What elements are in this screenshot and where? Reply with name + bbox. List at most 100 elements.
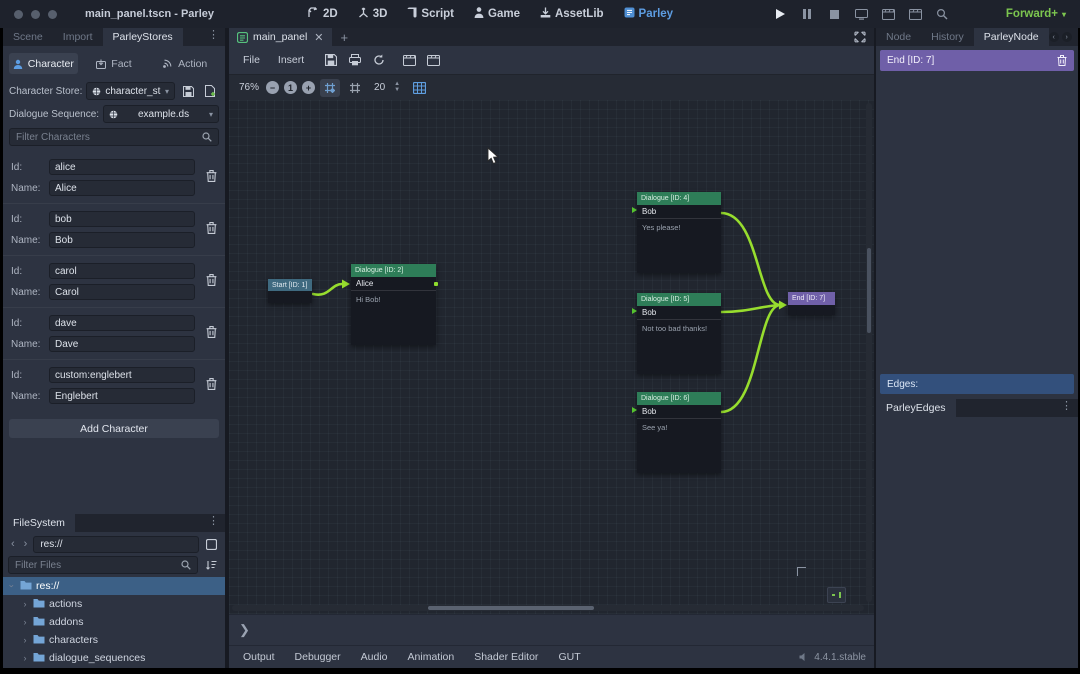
graph-minimap[interactable]: [827, 587, 846, 603]
node-header[interactable]: Dialogue [ID: 6]: [637, 392, 721, 405]
input-port[interactable]: [632, 308, 637, 314]
expand-arrow-icon[interactable]: ❯: [229, 622, 250, 638]
tab-filesystem[interactable]: FileSystem: [3, 514, 75, 532]
character-name-input[interactable]: [49, 336, 195, 352]
character-name-input[interactable]: [49, 232, 195, 248]
tab-action[interactable]: Action: [150, 53, 219, 74]
sort-icon[interactable]: [202, 556, 220, 574]
context-button-script[interactable]: Script: [399, 3, 462, 25]
output-port[interactable]: [434, 282, 438, 286]
tab-parleyedges[interactable]: ParleyEdges: [876, 399, 956, 417]
tab-character[interactable]: Character: [9, 53, 78, 74]
delete-character-icon[interactable]: [206, 325, 217, 343]
minimap-toggle-icon[interactable]: [409, 79, 429, 97]
save-store-icon[interactable]: [179, 82, 197, 100]
tab-scene[interactable]: Scene: [3, 28, 53, 46]
edges-list-header[interactable]: Edges:: [880, 374, 1074, 394]
delete-character-icon[interactable]: [206, 377, 217, 395]
dialogue-graph-canvas[interactable]: Start [ID: 1] Dialogue [ID: 2]AliceHi Bob…: [229, 100, 874, 614]
graph-node-dialogue-2[interactable]: Dialogue [ID: 2]AliceHi Bob!: [351, 264, 436, 345]
grid-size-spinner[interactable]: ▲▼: [394, 82, 400, 93]
context-button-game[interactable]: Game: [466, 3, 528, 25]
node-header[interactable]: Dialogue [ID: 5]: [637, 293, 721, 306]
play-custom-scene-icon[interactable]: [907, 6, 923, 22]
node-header[interactable]: End [ID: 7]: [788, 292, 835, 305]
context-button-parley[interactable]: Parley: [616, 3, 682, 25]
zoom-reset-button[interactable]: 1: [284, 81, 297, 94]
file-menu[interactable]: File: [235, 51, 268, 69]
tree-item-addons[interactable]: ›addons: [3, 613, 225, 631]
next-tab-icon[interactable]: ›: [1062, 32, 1072, 42]
chevron-icon[interactable]: ›: [21, 635, 29, 645]
tab-fact[interactable]: Fact: [80, 53, 149, 74]
node-header[interactable]: Dialogue [ID: 4]: [637, 192, 721, 205]
zoom-in-button[interactable]: +: [302, 81, 315, 94]
node-header[interactable]: Start [ID: 1]: [268, 279, 312, 291]
character-name-input[interactable]: [49, 284, 195, 300]
graph-node-end[interactable]: End [ID: 7]: [788, 292, 835, 315]
character-name-input[interactable]: [49, 388, 195, 404]
movie-maker-icon[interactable]: [934, 6, 950, 22]
tree-item-dialogue-sequences[interactable]: ›dialogue_sequences: [3, 649, 225, 667]
split-view-icon[interactable]: [202, 535, 220, 553]
play-button[interactable]: [772, 6, 788, 22]
graph-node-dialogue-4[interactable]: Dialogue [ID: 4]BobYes please!: [637, 192, 721, 273]
insert-menu[interactable]: Insert: [270, 51, 312, 69]
character-id-input[interactable]: [49, 367, 195, 383]
vertical-scrollbar[interactable]: [866, 103, 872, 602]
input-port[interactable]: [632, 407, 637, 413]
test-dialogue-icon[interactable]: [398, 50, 420, 70]
character-name-input[interactable]: [49, 180, 195, 196]
history-forward-icon[interactable]: ›: [21, 538, 31, 550]
remote-window-icon[interactable]: [853, 6, 869, 22]
chevron-icon[interactable]: ›: [21, 599, 29, 609]
context-button-3d[interactable]: 3D: [350, 3, 396, 25]
dock-menu-icon[interactable]: ⋮: [202, 28, 225, 46]
dock-menu-icon[interactable]: ⋮: [202, 514, 225, 532]
tree-item-actions[interactable]: ›actions: [3, 595, 225, 613]
tab-import[interactable]: Import: [53, 28, 103, 46]
test-from-node-icon[interactable]: [422, 50, 444, 70]
renderer-selector[interactable]: Forward+ ▾: [1006, 0, 1066, 28]
selected-node-header[interactable]: End [ID: 7]: [880, 50, 1074, 71]
graph-node-start[interactable]: Start [ID: 1]: [268, 279, 312, 303]
node-header[interactable]: Dialogue [ID: 2]: [351, 264, 436, 277]
path-field[interactable]: res://: [33, 536, 199, 553]
play-scene-icon[interactable]: [880, 6, 896, 22]
add-character-button[interactable]: Add Character: [9, 419, 219, 438]
tab-parleynode[interactable]: ParleyNode: [974, 28, 1049, 46]
dock-menu-icon[interactable]: ⋮: [1055, 399, 1078, 417]
delete-character-icon[interactable]: [206, 169, 217, 187]
audio-mute-icon[interactable]: [799, 652, 809, 662]
context-button-assetlib[interactable]: AssetLib: [532, 3, 612, 25]
dialogue-sequence-dropdown[interactable]: example.ds ▾: [103, 105, 219, 123]
tree-item-res-[interactable]: ›res://: [3, 577, 225, 595]
save-icon[interactable]: [320, 50, 342, 70]
character-id-input[interactable]: [49, 159, 195, 175]
delete-node-icon[interactable]: [1057, 55, 1067, 66]
delete-character-icon[interactable]: [206, 221, 217, 239]
bottom-tab-gut[interactable]: GUT: [548, 651, 590, 663]
tab-main-panel[interactable]: main_panel ✕: [229, 28, 332, 46]
snap-toggle-icon[interactable]: [320, 79, 340, 97]
tab-history[interactable]: History: [921, 28, 974, 46]
chevron-icon[interactable]: ›: [21, 617, 29, 627]
graph-node-dialogue-6[interactable]: Dialogue [ID: 6]BobSee ya!: [637, 392, 721, 473]
input-port[interactable]: [632, 207, 637, 213]
character-store-dropdown[interactable]: character_st ▾: [86, 82, 175, 100]
character-id-input[interactable]: [49, 315, 195, 331]
grid-toggle-icon[interactable]: [345, 79, 365, 97]
graph-node-dialogue-5[interactable]: Dialogue [ID: 5]BobNot too bad thanks!: [637, 293, 721, 374]
bottom-tab-shader-editor[interactable]: Shader Editor: [464, 651, 548, 663]
delete-character-icon[interactable]: [206, 273, 217, 291]
horizontal-scrollbar[interactable]: [232, 605, 864, 611]
expand-panel-icon[interactable]: [854, 31, 866, 43]
refresh-icon[interactable]: [368, 50, 390, 70]
filter-files-input[interactable]: [15, 560, 181, 571]
history-back-icon[interactable]: ‹: [8, 538, 18, 550]
bottom-tab-animation[interactable]: Animation: [398, 651, 465, 663]
pause-button[interactable]: [799, 6, 815, 22]
prev-tab-icon[interactable]: ‹: [1049, 32, 1059, 42]
chevron-icon[interactable]: ›: [21, 653, 29, 663]
zoom-out-button[interactable]: −: [266, 81, 279, 94]
